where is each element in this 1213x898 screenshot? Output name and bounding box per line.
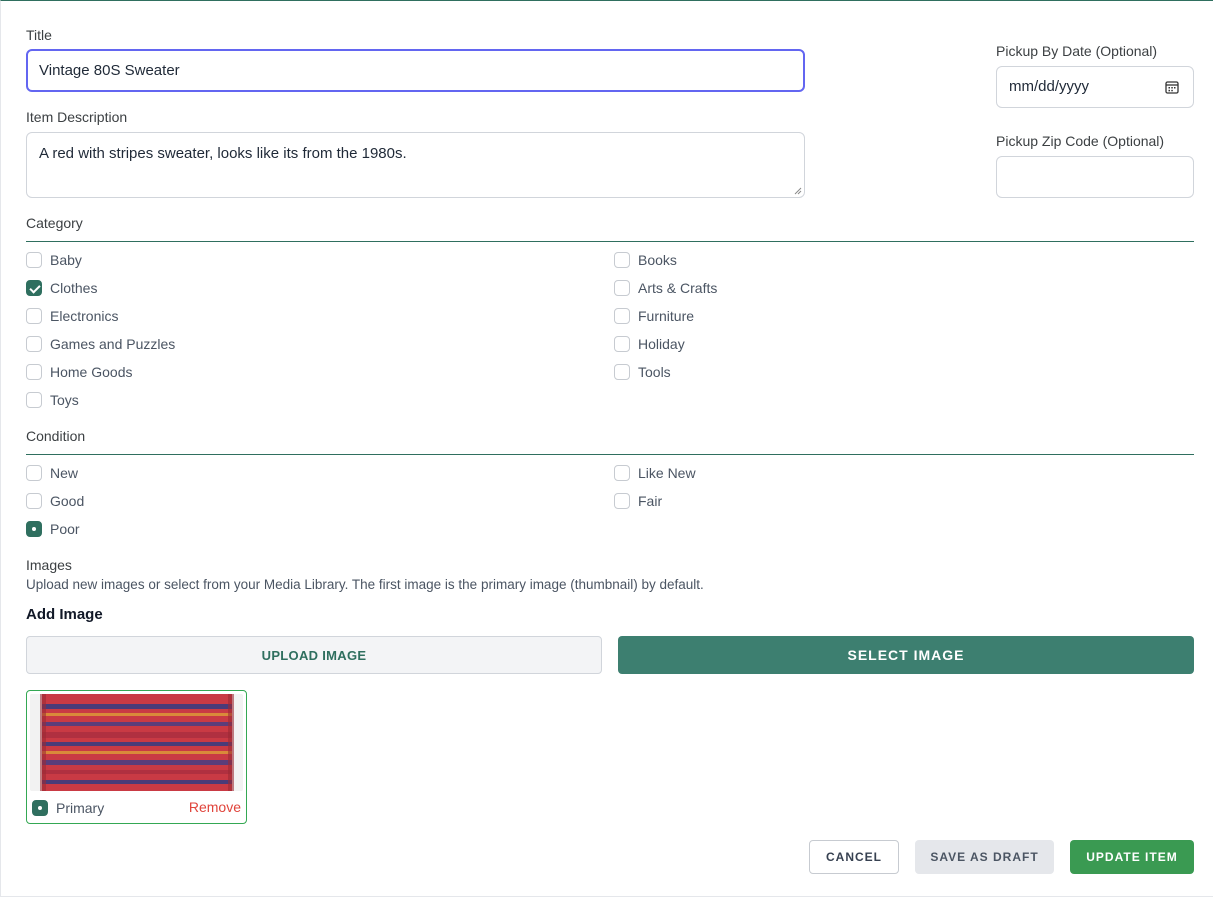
description-value: A red with stripes sweater, looks like i… <box>39 145 407 162</box>
condition-option-new[interactable]: New <box>26 464 78 482</box>
description-label: Item Description <box>26 109 128 125</box>
pickup-date-placeholder: mm/dd/yyyy <box>1009 78 1090 95</box>
checkbox[interactable] <box>614 364 630 380</box>
category-option-electronics[interactable]: Electronics <box>26 307 118 325</box>
checkbox[interactable] <box>26 336 42 352</box>
image-card: Primary Remove <box>26 690 247 824</box>
checkbox[interactable] <box>614 308 630 324</box>
pickup-date-label: Pickup By Date (Optional) <box>996 43 1158 59</box>
condition-label: Condition <box>26 428 86 444</box>
radio-selected[interactable] <box>32 800 48 816</box>
calendar-icon[interactable] <box>1165 80 1179 94</box>
category-divider <box>26 241 1194 242</box>
checkbox[interactable] <box>614 336 630 352</box>
pickup-zip-label: Pickup Zip Code (Optional) <box>996 133 1165 149</box>
category-option-furniture[interactable]: Furniture <box>614 307 694 325</box>
pickup-date-input[interactable]: mm/dd/yyyy <box>996 66 1194 108</box>
checkbox[interactable] <box>26 364 42 380</box>
sweater-image <box>30 694 243 791</box>
condition-option-good[interactable]: Good <box>26 492 84 510</box>
edit-item-form: Title Vintage 80S Sweater Item Descripti… <box>0 0 1213 897</box>
add-image-heading: Add Image <box>26 606 103 623</box>
condition-divider <box>26 454 1194 455</box>
category-option-tools[interactable]: Tools <box>614 363 671 381</box>
checkbox-checked[interactable] <box>26 280 42 296</box>
category-option-holiday[interactable]: Holiday <box>614 335 685 353</box>
radio[interactable] <box>614 493 630 509</box>
checkbox[interactable] <box>26 392 42 408</box>
remove-image-link[interactable]: Remove <box>189 799 241 815</box>
category-option-baby[interactable]: Baby <box>26 251 82 269</box>
description-textarea[interactable]: A red with stripes sweater, looks like i… <box>26 132 805 198</box>
images-help-text: Upload new images or select from your Me… <box>26 577 704 592</box>
category-option-arts-crafts[interactable]: Arts & Crafts <box>614 279 717 297</box>
checkbox[interactable] <box>26 308 42 324</box>
radio[interactable] <box>26 493 42 509</box>
title-label: Title <box>26 27 52 43</box>
category-option-home-goods[interactable]: Home Goods <box>26 363 132 381</box>
checkbox[interactable] <box>26 252 42 268</box>
pickup-zip-input[interactable] <box>996 156 1194 198</box>
radio-selected[interactable] <box>26 521 42 537</box>
condition-option-poor[interactable]: Poor <box>26 520 80 538</box>
checkbox[interactable] <box>614 280 630 296</box>
cancel-button[interactable]: CANCEL <box>809 840 899 874</box>
category-option-games-puzzles[interactable]: Games and Puzzles <box>26 335 175 353</box>
radio[interactable] <box>26 465 42 481</box>
title-input-value: Vintage 80S Sweater <box>39 62 180 79</box>
condition-option-like-new[interactable]: Like New <box>614 464 696 482</box>
category-option-books[interactable]: Books <box>614 251 677 269</box>
update-item-button[interactable]: UPDATE ITEM <box>1070 840 1194 874</box>
checkbox[interactable] <box>614 252 630 268</box>
category-label: Category <box>26 215 83 231</box>
title-input[interactable]: Vintage 80S Sweater <box>26 49 805 92</box>
category-option-clothes[interactable]: Clothes <box>26 279 97 297</box>
radio[interactable] <box>614 465 630 481</box>
upload-image-button[interactable]: UPLOAD IMAGE <box>26 636 602 674</box>
save-draft-button[interactable]: SAVE AS DRAFT <box>915 840 1054 874</box>
primary-toggle[interactable]: Primary <box>32 799 104 817</box>
images-label: Images <box>26 557 72 573</box>
condition-option-fair[interactable]: Fair <box>614 492 662 510</box>
category-option-toys[interactable]: Toys <box>26 391 79 409</box>
select-image-button[interactable]: SELECT IMAGE <box>618 636 1194 674</box>
resize-handle-icon[interactable] <box>794 187 802 195</box>
